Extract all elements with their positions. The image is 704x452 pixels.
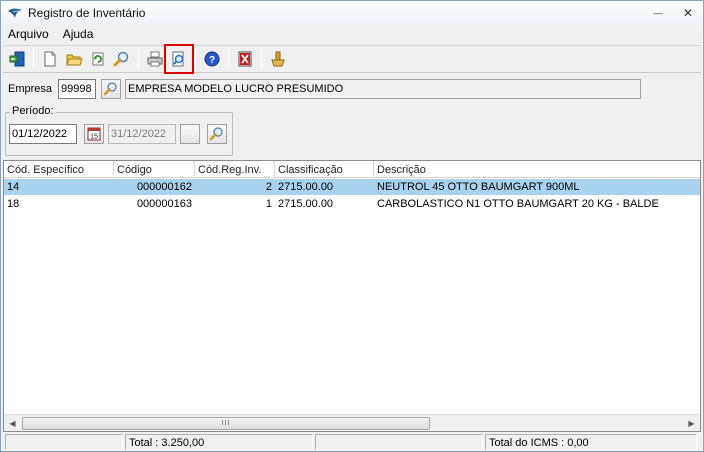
status-panel-empty bbox=[315, 434, 483, 450]
toolbar-separator bbox=[138, 48, 139, 70]
menu-arquivo[interactable]: Arquivo bbox=[1, 27, 56, 41]
printer-icon bbox=[147, 51, 163, 67]
new-document-icon bbox=[44, 51, 56, 67]
print-preview-button[interactable] bbox=[164, 44, 194, 74]
minimize-icon: — bbox=[653, 8, 663, 18]
cell-descricao: CARBOLASTICO N1 OTTO BAUMGART 20 KG - BA… bbox=[377, 198, 659, 210]
col-header-especifico[interactable]: Cód. Específico bbox=[4, 161, 114, 178]
new-button[interactable] bbox=[38, 47, 62, 71]
open-button[interactable] bbox=[62, 47, 86, 71]
scroll-right-button[interactable]: ▶ bbox=[683, 415, 700, 432]
periodo-group: 01/12/2022 15 31/12/2022 bbox=[5, 112, 233, 156]
empresa-name-field: EMPRESA MODELO LUCRO PRESUMIDO bbox=[125, 79, 641, 99]
table-row[interactable]: 14 000000162 2 2715.00.00 NEUTROL 45 OTT… bbox=[4, 179, 700, 195]
help-icon: ? bbox=[204, 51, 220, 67]
cell-codigo: 000000163 bbox=[136, 198, 192, 210]
exit-icon bbox=[9, 51, 25, 67]
cell-classificacao: 2715.00.00 bbox=[278, 181, 334, 193]
search-icon bbox=[209, 127, 223, 141]
menu-ajuda[interactable]: Ajuda bbox=[56, 27, 101, 41]
scroll-left-button[interactable]: ◀ bbox=[4, 415, 21, 432]
col-header-descricao[interactable]: Descrição bbox=[374, 161, 700, 178]
cell-especifico: 14 bbox=[7, 181, 20, 193]
window-title: Registro de Inventário bbox=[28, 6, 146, 20]
calendar-icon: 15 bbox=[87, 127, 101, 141]
empresa-label: Empresa bbox=[8, 83, 53, 95]
refresh-icon bbox=[92, 52, 104, 66]
tools-button[interactable] bbox=[266, 47, 290, 71]
cell-reginv: 1 bbox=[265, 198, 272, 210]
toolbar-separator bbox=[33, 48, 34, 70]
inventory-window: Registro de Inventário — ✕ Arquivo Ajuda bbox=[0, 0, 704, 452]
empresa-code-field[interactable]: 99998 bbox=[58, 79, 96, 99]
svg-text:15: 15 bbox=[90, 134, 98, 141]
title-bar[interactable]: Registro de Inventário — ✕ bbox=[1, 1, 703, 25]
refresh-button[interactable] bbox=[86, 47, 110, 71]
inventory-grid: Cód. Específico Código Cód.Reg.Inv. Clas… bbox=[3, 160, 701, 432]
toolbar: ? bbox=[3, 44, 701, 74]
table-row[interactable]: 18 000000163 1 2715.00.00 CARBOLASTICO N… bbox=[4, 196, 700, 212]
search-icon bbox=[113, 51, 129, 67]
periodo-search-button[interactable] bbox=[207, 124, 227, 144]
scroll-thumb[interactable]: III bbox=[22, 417, 430, 430]
search-icon bbox=[103, 82, 117, 96]
periodo-start-field[interactable]: 01/12/2022 bbox=[9, 124, 77, 144]
periodo-end-field: 31/12/2022 bbox=[108, 124, 176, 144]
delete-button[interactable] bbox=[233, 47, 257, 71]
toolbar-separator bbox=[228, 48, 229, 70]
col-header-reginv[interactable]: Cód.Reg.Inv. bbox=[195, 161, 275, 178]
print-preview-icon bbox=[172, 51, 184, 67]
empresa-search-button[interactable] bbox=[101, 79, 121, 99]
periodo-blank-button[interactable] bbox=[180, 124, 200, 144]
status-total-icms: Total do ICMS : 0,00 bbox=[485, 434, 697, 450]
cell-descricao: NEUTROL 45 OTTO BAUMGART 900ML bbox=[377, 181, 580, 193]
toolbar-separator bbox=[261, 48, 262, 70]
cell-especifico: 18 bbox=[7, 198, 20, 210]
calendar-button[interactable]: 15 bbox=[84, 124, 104, 144]
close-button[interactable]: ✕ bbox=[675, 5, 701, 21]
search-button[interactable] bbox=[110, 47, 134, 71]
arrow-right-icon: ▶ bbox=[688, 419, 695, 428]
help-button[interactable]: ? bbox=[200, 47, 224, 71]
open-folder-icon bbox=[66, 54, 83, 66]
periodo-legend: Período: bbox=[10, 105, 56, 117]
print-button[interactable] bbox=[143, 47, 167, 71]
cell-classificacao: 2715.00.00 bbox=[278, 198, 334, 210]
app-bird-icon bbox=[8, 8, 22, 18]
scroll-grip: III bbox=[221, 420, 231, 427]
tools-icon bbox=[271, 51, 285, 67]
empresa-row: Empresa 99998 EMPRESA MODELO LUCRO PRESU… bbox=[1, 78, 703, 100]
toolbar-separator bbox=[195, 48, 196, 70]
exit-button[interactable] bbox=[5, 47, 29, 71]
svg-text:?: ? bbox=[209, 55, 215, 66]
minimize-button[interactable]: — bbox=[645, 5, 671, 21]
arrow-left-icon: ◀ bbox=[9, 419, 16, 428]
col-header-classificacao[interactable]: Classificação bbox=[275, 161, 374, 178]
cell-reginv: 2 bbox=[265, 181, 272, 193]
status-bar: Total : 3.250,00 Total do ICMS : 0,00 bbox=[3, 433, 701, 451]
delete-icon bbox=[238, 51, 252, 67]
cell-codigo: 000000162 bbox=[136, 181, 192, 193]
status-panel-empty bbox=[5, 434, 123, 450]
menu-bar: Arquivo Ajuda bbox=[1, 25, 703, 43]
grid-header: Cód. Específico Código Cód.Reg.Inv. Clas… bbox=[4, 161, 700, 178]
horizontal-scrollbar[interactable]: ◀ III ▶ bbox=[4, 414, 700, 431]
col-header-codigo[interactable]: Código bbox=[114, 161, 195, 178]
close-icon: ✕ bbox=[682, 6, 694, 20]
status-total: Total : 3.250,00 bbox=[125, 434, 313, 450]
